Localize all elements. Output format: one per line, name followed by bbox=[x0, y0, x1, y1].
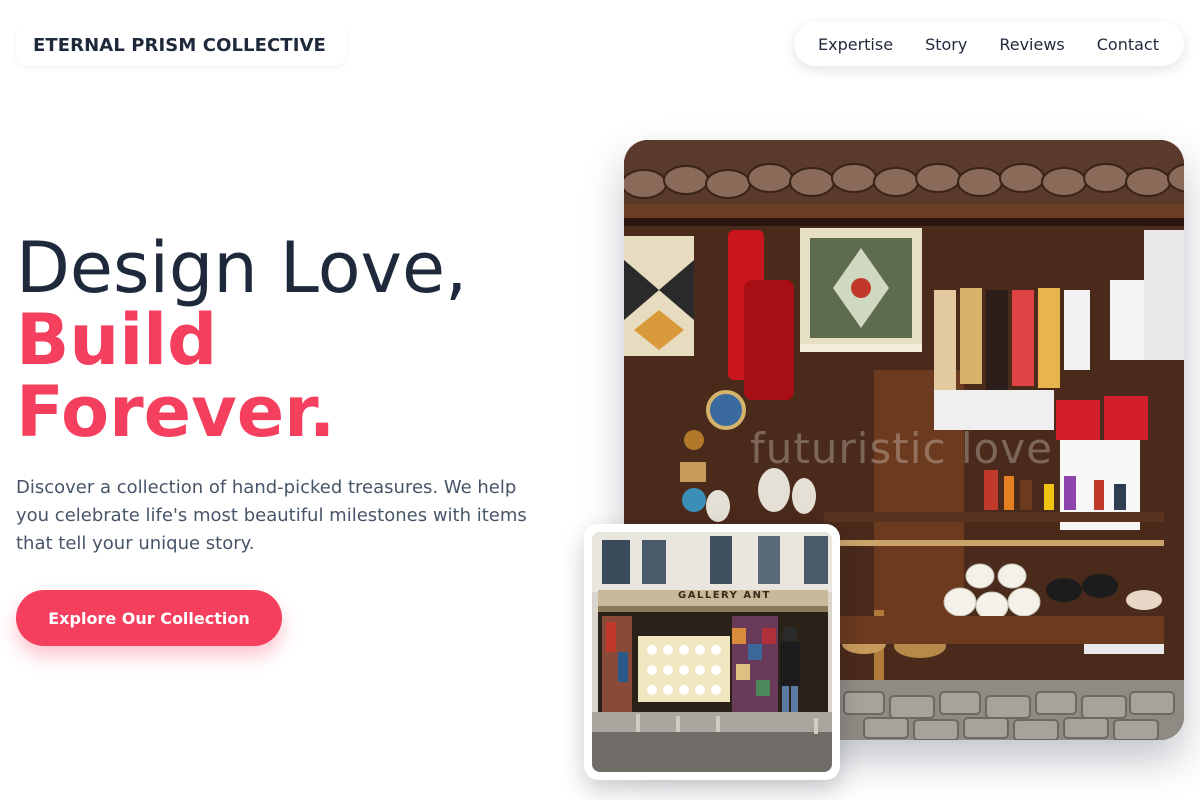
brand-name: ETERNAL PRISM COLLECTIVE bbox=[33, 34, 326, 56]
main-nav: Expertise Story Reviews Contact bbox=[794, 22, 1184, 66]
storefront-image: GALLERY ANT bbox=[592, 532, 832, 772]
nav-link-contact[interactable]: Contact bbox=[1097, 35, 1159, 54]
nav-link-expertise[interactable]: Expertise bbox=[818, 35, 893, 54]
headline-line-1: Design Love, bbox=[16, 227, 468, 309]
nav-link-story[interactable]: Story bbox=[925, 35, 967, 54]
hero-headline: Design Love, Build Forever. bbox=[16, 232, 576, 448]
hero-inset-image-card: GALLERY ANT bbox=[584, 524, 840, 780]
hero-description: Discover a collection of hand-picked tre… bbox=[16, 477, 527, 554]
headline-line-2: Build bbox=[16, 299, 218, 381]
brand-logo[interactable]: ETERNAL PRISM COLLECTIVE bbox=[16, 24, 346, 66]
nav-link-reviews[interactable]: Reviews bbox=[999, 35, 1064, 54]
headline-line-3: Forever. bbox=[16, 371, 336, 453]
explore-collection-button[interactable]: Explore Our Collection bbox=[16, 590, 282, 646]
storefront-sign: GALLERY ANT bbox=[678, 590, 771, 601]
storefront-illustration bbox=[592, 532, 832, 772]
image-watermark: futuristic love bbox=[750, 424, 1053, 473]
